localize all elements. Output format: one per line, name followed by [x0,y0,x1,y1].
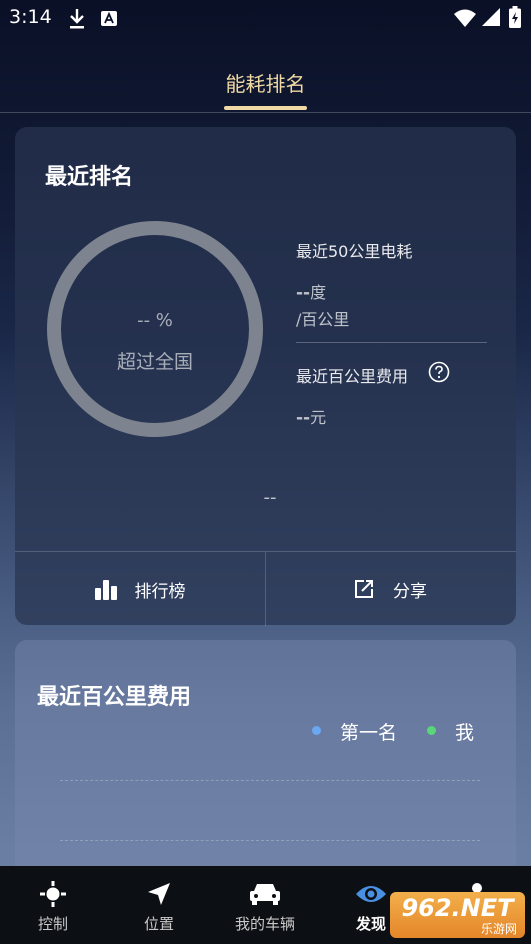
nav-label-control: 控制 [37,915,68,933]
leaderboard-button[interactable]: 排行榜 [15,552,266,626]
nav-label-location: 位置 [143,915,174,933]
ranking-percent: -- % [137,310,173,331]
location-arrow-icon [106,880,212,908]
stat-divider [296,342,487,343]
nav-item-my-vehicle[interactable]: 我的车辆 [212,866,318,944]
nav-label-my-vehicle: 我的车辆 [234,915,295,933]
status-bar: 3:14 [0,0,531,38]
energy-value-number: -- [296,283,311,303]
cost-label: 最近百公里费用 [296,367,409,386]
tab-indicator [224,106,307,110]
legend-me-label: 我 [455,722,475,744]
download-icon [68,8,86,34]
help-icon[interactable] [428,361,450,387]
ranking-percent-label: 超过全国 [116,351,193,373]
app-notification-icon [101,8,117,32]
control-icon [0,880,106,908]
cost-chart-title: 最近百公里费用 [37,685,192,710]
energy-value: --度 [296,279,326,303]
watermark-logo: 962.NET 乐游网 [390,892,525,938]
bar-chart-icon [94,580,117,600]
tab-energy-ranking[interactable]: 能耗排名 [0,68,531,97]
rank-value: -- [263,487,277,508]
watermark-brand: 962.NET [401,894,514,922]
energy-label: 最近50公里电耗 [296,242,413,261]
share-icon [355,580,373,598]
recent-ranking-card: 最近排名 -- % 超过全国 最近50公里电耗 --度 /百公里 最近百公里费用… [15,127,516,626]
battery-charging-icon [509,6,521,32]
card-actions: 排行榜 分享 [15,551,516,626]
cost-chart-card: 最近百公里费用 第一名 我 [15,640,516,880]
nav-item-location[interactable]: 位置 [106,866,212,944]
gridline [60,780,480,781]
energy-per-unit: /百公里 [296,310,350,329]
energy-unit: 度 [310,283,327,302]
legend-dot-first [312,726,321,735]
cost-value: --元 [296,404,326,428]
recent-ranking-title: 最近排名 [45,165,134,190]
cost-unit: 元 [310,408,327,427]
status-time: 3:14 [9,6,52,28]
header: 能耗排名 [0,38,531,113]
leaderboard-label: 排行榜 [134,581,186,602]
legend-dot-me [427,726,436,735]
watermark-sub: 乐游网 [480,922,517,936]
gridline [60,840,480,841]
legend-first-label: 第一名 [340,722,398,744]
wifi-icon [454,9,476,31]
car-icon [212,880,318,908]
share-label: 分享 [393,581,427,602]
cost-value-number: -- [296,408,311,428]
signal-icon [482,8,500,30]
nav-item-control[interactable]: 控制 [0,866,106,944]
share-button[interactable]: 分享 [265,552,515,626]
